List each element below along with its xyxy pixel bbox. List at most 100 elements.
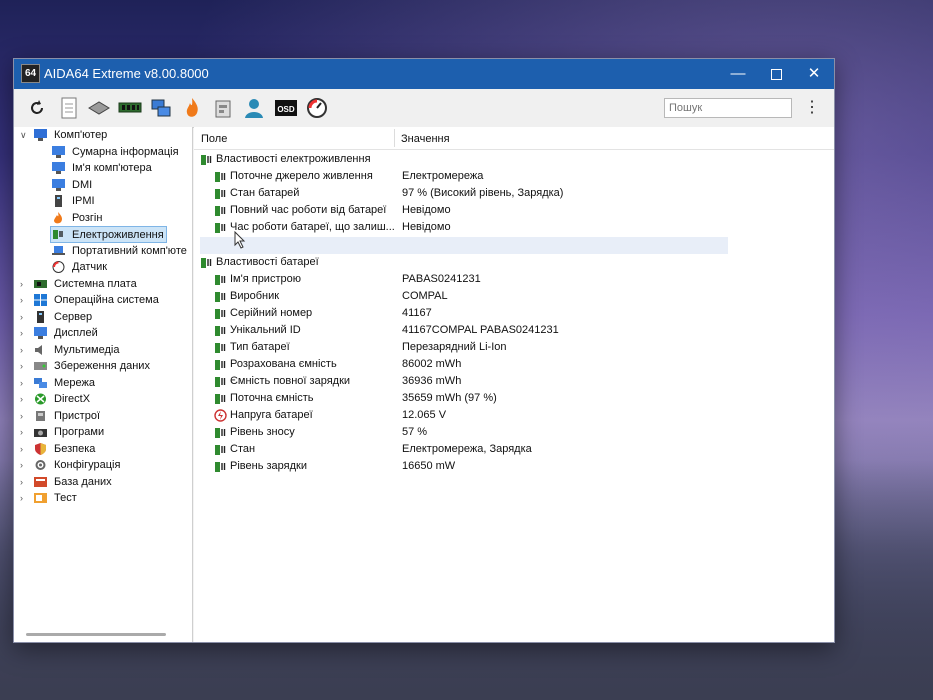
- battery-icon: [215, 377, 226, 387]
- tree-group-network[interactable]: › Мережа: [20, 375, 190, 391]
- network-button[interactable]: [148, 95, 174, 121]
- tree-item-computer-name[interactable]: Ім'я комп'ютера: [20, 160, 190, 176]
- tree-group-config[interactable]: › Конфігурація: [20, 457, 190, 473]
- tree-group-directx[interactable]: › DirectX: [20, 391, 190, 407]
- minimize-button[interactable]: —: [718, 59, 758, 89]
- table-row[interactable]: Виробник COMPAL: [194, 288, 834, 305]
- tree-label: Портативний комп'юте: [72, 245, 187, 257]
- tree-item-dmi[interactable]: DMI: [20, 177, 190, 193]
- osd-button[interactable]: OSD: [273, 95, 299, 121]
- computer-icon: [34, 129, 47, 141]
- field-label: Поточна ємність: [230, 392, 314, 404]
- tree-group-motherboard[interactable]: › Системна плата: [20, 276, 190, 292]
- app-logo-icon: 64: [21, 64, 40, 83]
- battery-icon: [215, 326, 226, 336]
- table-row[interactable]: Стан батарей 97 % (Високий рівень, Заряд…: [194, 185, 834, 202]
- network-icon: [151, 99, 171, 117]
- tree-label: Ім'я комп'ютера: [72, 162, 152, 174]
- chevron-right-icon: ›: [20, 295, 23, 305]
- table-row[interactable]: Ємність повної зарядки 36936 mWh: [194, 373, 834, 390]
- tree-label: IPMI: [72, 195, 95, 207]
- tree-group-multimedia[interactable]: › Мультимедіа: [20, 342, 190, 358]
- tree-group-security[interactable]: › Безпека: [20, 441, 190, 457]
- tree-group-display[interactable]: › Дисплей: [20, 325, 190, 341]
- battery-icon: [215, 223, 226, 233]
- refresh-button[interactable]: [24, 95, 50, 121]
- tree-label: Сервер: [54, 311, 93, 323]
- flame-icon: [186, 98, 198, 117]
- tree-item-power[interactable]: Електроживлення: [50, 226, 167, 243]
- tree-group-database[interactable]: › База даних: [20, 474, 190, 490]
- laptop-icon: [52, 246, 65, 255]
- sensor-button[interactable]: [304, 95, 330, 121]
- column-separator[interactable]: [394, 129, 395, 147]
- battery-icon: [215, 462, 226, 472]
- tree-item-summary[interactable]: Сумарна інформація: [20, 144, 190, 160]
- monitor-icon: [34, 327, 47, 339]
- table-row[interactable]: Ім'я пристрою PABAS0241231: [194, 271, 834, 288]
- table-row[interactable]: Поточне джерело живлення Електромережа: [194, 168, 834, 185]
- overclock-button[interactable]: [179, 95, 205, 121]
- table-row[interactable]: Напруга батареї 12.065 V: [194, 407, 834, 424]
- osd-icon: OSD: [275, 100, 297, 116]
- xbox-icon: [35, 393, 46, 405]
- chevron-right-icon: ›: [20, 312, 23, 322]
- tree-group-devices[interactable]: › Пристрої: [20, 408, 190, 424]
- table-row[interactable]: Стан Електромережа, Зарядка: [194, 441, 834, 458]
- tree-group-os[interactable]: › Операційна система: [20, 292, 190, 308]
- tree-label: Системна плата: [54, 278, 137, 290]
- table-row[interactable]: Тип батареї Перезарядний Li-Ion: [194, 339, 834, 356]
- battery-icon: [215, 309, 226, 319]
- maximize-button[interactable]: [756, 59, 796, 89]
- column-value[interactable]: Значення: [401, 133, 450, 145]
- tree-group-storage[interactable]: › Збереження даних: [20, 358, 190, 374]
- table-row[interactable]: Час роботи батареї, що залиш... Невідомо: [194, 219, 834, 236]
- user-button[interactable]: [241, 95, 267, 121]
- memory-button[interactable]: [117, 95, 143, 121]
- tree-group-test[interactable]: › Тест: [20, 490, 190, 506]
- field-label: Ємність повної зарядки: [230, 375, 351, 387]
- table-row[interactable]: Рівень зносу 57 %: [194, 424, 834, 441]
- table-row[interactable]: Рівень зарядки 16650 mW: [194, 458, 834, 475]
- tree-item-overclock[interactable]: Розгін: [20, 210, 190, 226]
- horizontal-scrollbar[interactable]: [26, 633, 166, 636]
- table-row[interactable]: Серійний номер 41167: [194, 305, 834, 322]
- tree-item-ipmi[interactable]: IPMI: [20, 193, 190, 209]
- chevron-right-icon: ›: [20, 345, 23, 355]
- tree-node-computer[interactable]: ∨ Комп'ютер: [20, 127, 190, 143]
- table-row[interactable]: Унікальний ID 41167COMPAL PABAS0241231: [194, 322, 834, 339]
- motherboard-icon: [34, 280, 47, 288]
- benchmark-button[interactable]: [210, 95, 236, 121]
- tree-group-programs[interactable]: › Програми: [20, 424, 190, 440]
- report-icon: [61, 97, 77, 119]
- section-battery-properties[interactable]: Властивості батареї: [194, 254, 834, 271]
- motherboard-button[interactable]: [86, 95, 112, 121]
- tree-label: Комп'ютер: [54, 129, 108, 141]
- field-value: Електромережа, Зарядка: [402, 443, 532, 455]
- search-input[interactable]: [664, 98, 792, 118]
- field-value: PABAS0241231: [402, 273, 481, 285]
- monitor-icon: [52, 146, 65, 158]
- column-field[interactable]: Поле: [201, 133, 227, 145]
- title-bar[interactable]: 64 AIDA64 Extreme v8.00.8000 — ✕: [14, 59, 834, 89]
- field-value: 12.065 V: [402, 409, 447, 421]
- tree-item-sensor[interactable]: Датчик: [20, 259, 190, 275]
- table-row[interactable]: Повний час роботи від батареї Невідомо: [194, 202, 834, 219]
- section-title: Властивості електроживлення: [216, 153, 371, 165]
- close-button[interactable]: ✕: [794, 59, 834, 89]
- tree-item-portable[interactable]: Портативний комп'юте: [20, 243, 190, 259]
- field-label: Стан: [230, 443, 256, 455]
- field-value: 41167COMPAL PABAS0241231: [402, 324, 559, 336]
- camera-icon: [34, 429, 47, 437]
- section-power-properties[interactable]: Властивості електроживлення: [194, 151, 834, 168]
- battery-icon: [215, 343, 226, 353]
- tree-label: Операційна система: [54, 294, 159, 306]
- more-options-button[interactable]: ⋮: [804, 97, 820, 119]
- table-row[interactable]: Поточна ємність 35659 mWh (97 %): [194, 390, 834, 407]
- table-row[interactable]: Розрахована ємність 86002 mWh: [194, 356, 834, 373]
- chevron-right-icon: ›: [20, 328, 23, 338]
- refresh-icon: [31, 100, 43, 114]
- report-button[interactable]: [56, 95, 82, 121]
- tree-group-server[interactable]: › Сервер: [20, 309, 190, 325]
- field-value: Електромережа: [402, 170, 484, 182]
